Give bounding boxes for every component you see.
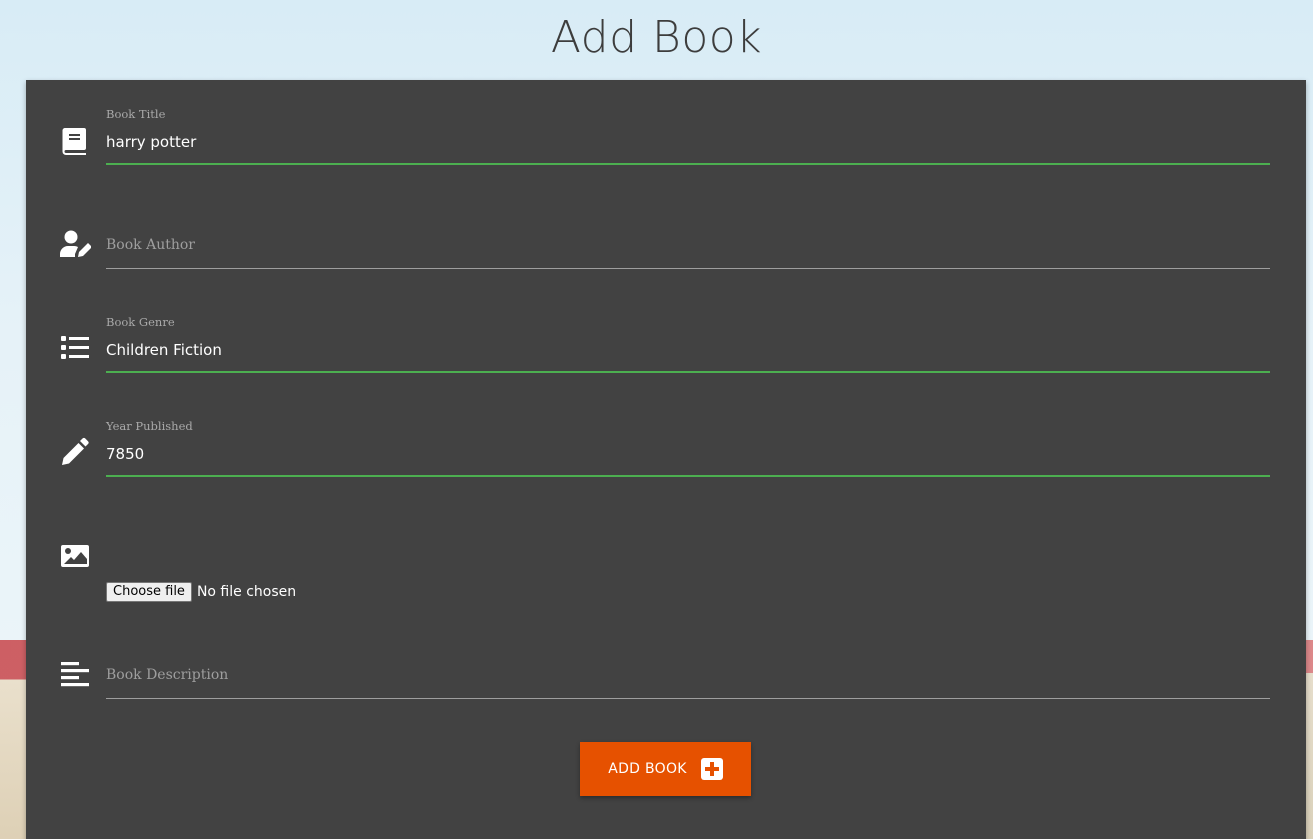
- book-description-underline: [106, 698, 1270, 699]
- align-left-icon: [59, 659, 91, 691]
- year-published-underline: [106, 475, 1270, 477]
- book-author-input[interactable]: [106, 237, 1266, 255]
- add-book-form: Book Title Book Author: [26, 80, 1306, 839]
- book-genre-underline: [106, 371, 1270, 373]
- add-book-button-label: ADD BOOK: [608, 761, 687, 777]
- user-edit-icon: [59, 228, 91, 260]
- plus-square-icon: [700, 758, 723, 780]
- book-description-input[interactable]: [106, 667, 1266, 685]
- add-book-button[interactable]: ADD BOOK: [580, 742, 751, 796]
- pencil-icon: [59, 436, 91, 468]
- book-title-underline: [106, 163, 1270, 165]
- book-genre-input[interactable]: [106, 341, 1266, 359]
- year-published-label: Year Published: [106, 419, 193, 433]
- file-input: Choose file No file chosen: [106, 582, 296, 602]
- book-title-input[interactable]: [106, 133, 1266, 151]
- book-icon: [59, 124, 91, 156]
- page-title: Add Book: [550, 12, 763, 63]
- image-icon: [59, 540, 91, 572]
- year-published-input[interactable]: [106, 445, 1266, 463]
- file-status: No file chosen: [196, 584, 297, 600]
- book-author-underline: [106, 268, 1270, 269]
- list-icon: [59, 332, 91, 364]
- book-title-label: Book Title: [106, 107, 166, 121]
- book-genre-label: Book Genre: [106, 315, 175, 329]
- choose-file-button[interactable]: Choose file: [106, 582, 192, 602]
